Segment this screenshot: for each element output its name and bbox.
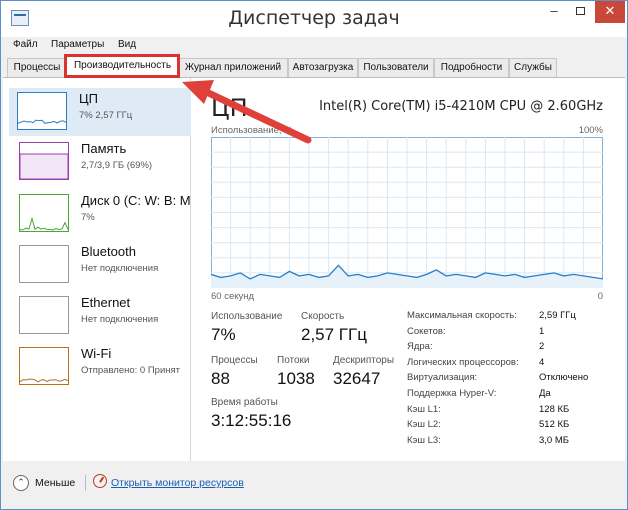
page-title: ЦП [211,94,248,122]
minimize-button[interactable]: – [541,1,567,23]
sidebar-item-ethernet[interactable]: Ethernet Нет подключения [11,292,189,340]
sidebar-item-name: Bluetooth [81,244,136,259]
sidebar-item-name: Диск 0 (C: W: B: M [81,193,191,208]
tab-users[interactable]: Пользователи [358,58,434,77]
fewer-details-button[interactable]: ⌃ [13,475,29,491]
threads-value: 1038 [277,369,315,388]
spec-value: Да [539,388,551,399]
spec-value: 4 [539,356,545,368]
sidebar-item-status: 7% [81,212,95,223]
maximize-icon [575,7,585,15]
uptime-label: Время работы [211,397,278,408]
sidebar-item-status: Отправлено: 0 Принят [81,365,180,376]
tab-startup[interactable]: Автозагрузка [288,58,358,77]
close-button[interactable]: ✕ [595,1,625,23]
processes-value: 88 [211,369,230,388]
sidebar-item-name: Ethernet [81,295,131,310]
sidebar-sparkline [20,297,68,333]
graph-time-right: 0 [597,291,603,302]
resource-sidebar: ЦП 7% 2,57 ГГц Память 2,7/3,9 ГБ (69%) Диск … [3,78,191,462]
resource-monitor-icon [93,474,107,488]
sidebar-sparkline [19,216,69,231]
spec-value: 512 КБ [539,419,570,431]
title-bar[interactable]: Диспетчер задач – ✕ [1,1,627,37]
sidebar-item-disk[interactable]: Диск 0 (C: W: B: M 7% [11,190,191,238]
sidebar-thumbnail [19,245,69,283]
usage-value: 7% [211,325,236,344]
fewer-details-label[interactable]: Меньше [35,477,75,489]
spec-value: 2 [539,341,545,353]
spec-value: 1 [539,325,545,337]
sidebar-item-cpu[interactable]: ЦП 7% 2,57 ГГц [9,88,191,136]
sidebar-item-status: 2,7/3,9 ГБ (69%) [81,160,153,171]
spec-label: Виртуализация: [407,372,478,384]
sidebar-item-bluetooth[interactable]: Bluetooth Нет подключения [11,241,189,289]
spec-label: Ядра: [407,341,433,353]
handles-value: 32647 [333,369,381,388]
spec-value: 3,0 МБ [539,434,569,446]
sidebar-item-status: 7% 2,57 ГГц [79,110,133,121]
tab-details[interactable]: Подробности [434,58,509,77]
sidebar-item-name: Память [81,141,127,156]
footer-bar: ⌃ Меньше Открыть монитор ресурсов [1,461,627,509]
cpu-detail: ЦП Intel(R) Core(TM) i5-4210M CPU @ 2.60… [203,78,621,462]
cpu-model: Intel(R) Core(TM) i5-4210M CPU @ 2.60GHz [319,99,603,114]
sidebar-item-memory[interactable]: Память 2,7/3,9 ГБ (69%) [11,138,189,186]
maximize-button[interactable] [567,1,593,23]
sidebar-thumbnail [19,194,69,232]
speed-value: 2,57 ГГц [301,325,367,344]
menu-options[interactable]: Параметры [51,39,104,50]
sidebar-item-name: Wi-Fi [81,346,112,361]
cpu-usage-graph [211,137,603,288]
spec-value: 128 КБ [539,403,570,415]
tab-processes[interactable]: Процессы [7,58,67,77]
menu-file[interactable]: Файл [13,39,38,50]
sidebar-item-name: ЦП [79,91,98,106]
sidebar-item-status: Нет подключения [81,314,159,325]
graph-max-label: 100% [578,125,603,136]
performance-panel: ЦП 7% 2,57 ГГц Память 2,7/3,9 ГБ (69%) Диск … [3,77,625,462]
sidebar-thumbnail [19,142,69,180]
spec-label: Кэш L1: [407,403,441,415]
sidebar-item-wifi[interactable]: Wi-Fi Отправлено: 0 Принят [11,343,189,391]
tab-app-history[interactable]: Журнал приложений [178,58,288,77]
sidebar-item-status: Нет подключения [81,263,159,274]
spec-label: Кэш L3: [407,434,441,446]
spec-value: 2,59 ГГц [539,310,576,321]
menu-view[interactable]: Вид [118,39,136,50]
processes-label: Процессы [211,355,258,366]
handles-label: Дескрипторы [333,355,395,366]
sidebar-sparkline [19,153,69,180]
spec-label: Логических процессоров: [407,356,519,368]
sidebar-sparkline [20,246,68,282]
window-title: Диспетчер задач [228,7,400,29]
resource-monitor-link[interactable]: Открыть монитор ресурсов [111,477,244,489]
footer-separator [85,475,86,491]
speed-label: Скорость [301,311,345,322]
graph-ylabel: Использование, % [211,125,293,136]
spec-label: Поддержка Hyper-V: [407,388,497,399]
uptime-value: 3:12:55:16 [211,411,292,430]
graph-time-left: 60 секунд [211,291,255,302]
spec-label: Сокетов: [407,325,446,337]
sidebar-thumbnail [19,296,69,334]
highlight-box [64,54,180,78]
spec-value: Отключено [539,372,589,384]
sidebar-sparkline [17,119,67,124]
task-manager-window: Диспетчер задач – ✕ Файл Параметры Вид П… [0,0,628,510]
usage-label: Использование [211,311,283,322]
spec-label: Кэш L2: [407,419,441,431]
sidebar-sparkline [19,378,69,383]
spec-label: Максимальная скорость: [407,310,517,321]
threads-label: Потоки [277,355,310,366]
sidebar-thumbnail [19,347,69,385]
tab-services[interactable]: Службы [509,58,557,77]
menu-bar: Файл Параметры Вид [1,37,627,55]
sidebar-thumbnail [17,92,67,130]
